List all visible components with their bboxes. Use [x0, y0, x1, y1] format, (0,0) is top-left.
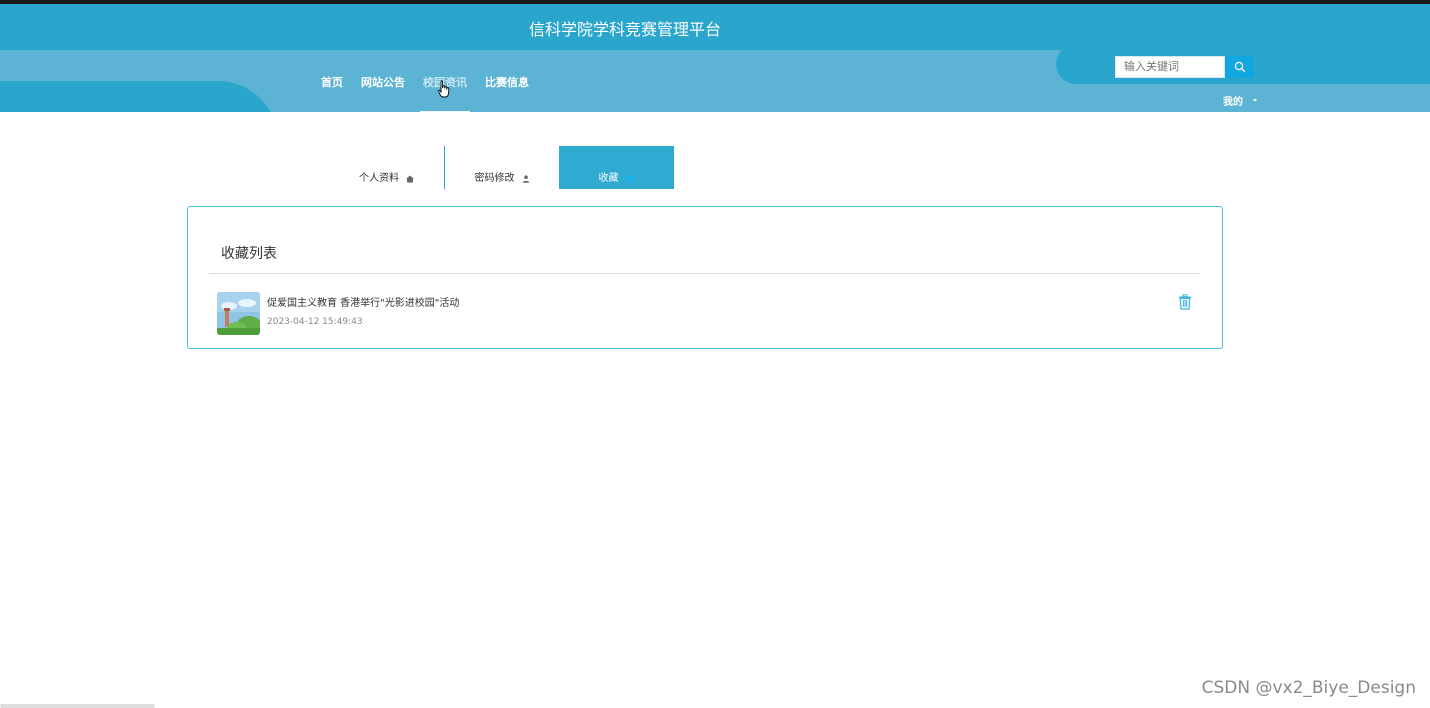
trash-icon[interactable] [1178, 294, 1192, 310]
header-left-decoration [0, 81, 278, 112]
tab-password[interactable]: 密码修改 [445, 146, 560, 189]
tab-favorites-label: 收藏 [598, 173, 619, 184]
my-menu-label: 我的 [1223, 97, 1243, 108]
favorite-item-title[interactable]: 促爱国主义教育 香港举行"光影进校园"活动 [267, 294, 459, 309]
search-button[interactable] [1225, 56, 1254, 78]
site-header: 信科学院学科竞赛管理平台 首页 网站公告 校园资讯 比赛信息 我的 [0, 4, 1430, 112]
search-icon [1234, 61, 1245, 73]
search-input[interactable] [1115, 56, 1225, 78]
tab-profile-label: 个人资料 [359, 173, 399, 184]
user-icon [522, 175, 529, 183]
divider [209, 273, 1200, 274]
chevron-down-icon [1253, 99, 1257, 102]
main-nav: 首页 网站公告 校园资讯 比赛信息 [312, 74, 538, 112]
tab-password-label: 密码修改 [474, 173, 515, 184]
list-item[interactable]: 促爱国主义教育 香港举行"光影进校园"活动 2023-04-12 15:49:4… [217, 292, 1197, 336]
profile-tabs: 个人资料 密码修改 收藏 [330, 146, 674, 189]
news-thumbnail[interactable] [217, 292, 260, 335]
home-icon [406, 175, 414, 183]
favorites-title: 收藏列表 [221, 246, 277, 262]
tab-profile[interactable]: 个人资料 [330, 146, 445, 189]
favorite-item-time: 2023-04-12 15:49:43 [267, 317, 363, 327]
my-account-menu[interactable]: 我的 [1223, 93, 1257, 108]
horizontal-scrollbar[interactable] [0, 704, 155, 708]
favorites-panel: 收藏列表 促爱国主义教育 香港举行"光影进校园"活动 2023-04-12 15… [187, 206, 1223, 349]
nav-home[interactable]: 首页 [312, 74, 352, 112]
site-title: 信科学院学科竞赛管理平台 [528, 20, 721, 39]
nav-competitions[interactable]: 比赛信息 [476, 74, 538, 112]
tab-favorites[interactable]: 收藏 [559, 146, 674, 189]
watermark: CSDN @vx2_Biye_Design [1201, 678, 1416, 698]
nav-announcements[interactable]: 网站公告 [352, 74, 414, 112]
hand-cursor-icon [438, 80, 450, 98]
heart-icon [625, 175, 634, 183]
